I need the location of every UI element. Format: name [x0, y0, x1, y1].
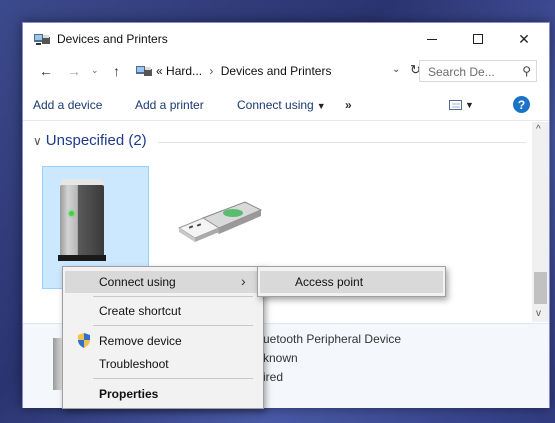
group-divider — [158, 142, 526, 143]
usb-wireless-adapter-icon[interactable] — [175, 196, 263, 246]
help-icon[interactable]: ? — [513, 96, 530, 113]
close-icon: ✕ — [518, 30, 530, 47]
maximize-icon — [473, 34, 483, 44]
breadcrumb: « Hard... › Devices and Printers — [156, 64, 331, 78]
recent-locations-chevron-icon[interactable]: ⌄ — [91, 65, 99, 76]
search-placeholder: Search De... — [428, 65, 495, 79]
menu-item-remove-device[interactable]: Remove device — [65, 330, 261, 352]
connect-using-submenu: Access point — [257, 266, 446, 297]
devices-and-printers-icon — [136, 66, 152, 76]
breadcrumb-hardware[interactable]: Hard... — [166, 64, 202, 78]
group-label: Unspecified (2) — [45, 132, 147, 149]
more-commands-button[interactable]: » — [345, 98, 352, 112]
close-button[interactable]: ✕ — [501, 23, 547, 55]
add-printer-button[interactable]: Add a printer — [135, 98, 204, 112]
menu-item-create-shortcut[interactable]: Create shortcut — [65, 300, 261, 322]
address-bar[interactable]: « Hard... › Devices and Printers ⌄ ↻ — [133, 60, 421, 82]
back-button[interactable]: ← — [39, 63, 53, 79]
uac-shield-icon — [78, 333, 90, 348]
menu-separator — [93, 325, 253, 326]
scroll-thumb[interactable] — [534, 272, 547, 304]
device-status: known — [263, 351, 298, 365]
scroll-down-icon[interactable]: v — [536, 308, 541, 319]
group-header-unspecified[interactable]: ∨ Unspecified (2) — [33, 132, 147, 149]
menu-item-label: Properties — [99, 387, 159, 401]
breadcrumb-separator[interactable]: › — [209, 64, 213, 78]
minimize-icon — [427, 38, 437, 40]
view-icon — [449, 99, 462, 110]
collapse-chevron-icon: ∨ — [33, 134, 42, 148]
scroll-up-icon[interactable]: ^ — [536, 124, 541, 135]
menu-item-label: Remove device — [99, 334, 182, 348]
context-menu: Connect using › Create shortcut Remove d… — [62, 266, 264, 409]
up-button[interactable]: ↑ — [113, 63, 120, 79]
breadcrumb-overflow[interactable]: « — [156, 64, 163, 78]
menu-item-properties[interactable]: Properties — [65, 383, 261, 405]
add-device-button[interactable]: Add a device — [33, 98, 102, 112]
device-category: uetooth Peripheral Device — [263, 332, 402, 346]
vertical-scrollbar[interactable]: ^ v — [532, 122, 549, 322]
menu-item-troubleshoot[interactable]: Troubleshoot — [65, 353, 261, 375]
device-base — [58, 255, 106, 261]
address-dropdown-icon[interactable]: ⌄ — [392, 64, 400, 75]
menu-item-label: Connect using — [99, 275, 176, 289]
connect-using-button[interactable]: Connect using ▼ — [237, 98, 326, 112]
change-view-button[interactable]: ▼ — [449, 97, 474, 111]
search-icon[interactable]: ⚲ — [522, 64, 531, 78]
dropdown-arrow-icon: ▼ — [316, 101, 326, 111]
title-bar[interactable]: Devices and Printers ✕ — [23, 23, 549, 55]
window-title: Devices and Printers — [57, 32, 168, 46]
search-input[interactable]: Search De... ⚲ — [419, 60, 537, 82]
menu-item-access-point[interactable]: Access point — [260, 271, 443, 293]
menu-item-label: Create shortcut — [99, 304, 182, 318]
forward-button[interactable]: → — [67, 63, 81, 79]
command-bar: Add a device Add a printer Connect using… — [23, 89, 549, 121]
menu-separator — [93, 296, 253, 297]
menu-item-connect-using[interactable]: Connect using › — [65, 271, 261, 293]
devices-and-printers-icon — [34, 34, 50, 45]
status-led — [69, 211, 74, 216]
menu-item-label: Access point — [295, 275, 364, 289]
submenu-arrow-icon: › — [241, 273, 246, 289]
menu-separator — [93, 378, 253, 379]
connect-using-label: Connect using — [237, 98, 314, 112]
menu-item-label: Troubleshoot — [99, 357, 169, 371]
maximize-button[interactable] — [455, 23, 501, 55]
generic-device-icon — [60, 185, 104, 257]
device-state: ired — [263, 370, 284, 384]
breadcrumb-devices-and-printers[interactable]: Devices and Printers — [221, 64, 332, 78]
minimize-button[interactable] — [409, 23, 455, 55]
address-row: ← → ⌄ ↑ « Hard... › Devices and Printers… — [23, 55, 549, 87]
dropdown-arrow-icon: ▼ — [465, 100, 474, 110]
